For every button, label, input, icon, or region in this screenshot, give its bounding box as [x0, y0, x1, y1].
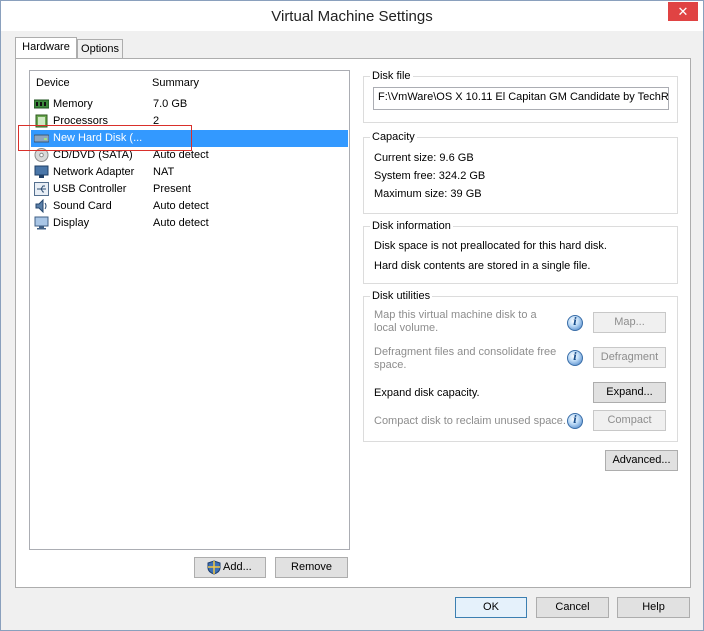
- disk-file-group: Disk file F:\VmWare\OS X 10.11 El Capita…: [363, 70, 678, 123]
- disk-info-line-2: Hard disk contents are stored in a singl…: [374, 260, 591, 272]
- remove-button[interactable]: Remove: [275, 557, 348, 578]
- disk-utilities-group: Disk utilities Map this virtual machine …: [363, 290, 678, 442]
- device-summary: 7.0 GB: [153, 98, 188, 110]
- window-title: Virtual Machine Settings: [271, 8, 433, 25]
- device-list-header: Device Summary: [30, 77, 349, 93]
- ok-button[interactable]: OK: [455, 597, 527, 618]
- compact-button[interactable]: Compact: [593, 410, 666, 431]
- info-icon[interactable]: i: [567, 350, 583, 366]
- sound-card-icon: [35, 199, 47, 213]
- device-column-header[interactable]: Device: [36, 77, 70, 89]
- maximum-size-text: Maximum size: 39 GB: [374, 188, 482, 200]
- info-icon[interactable]: i: [567, 413, 583, 429]
- device-name: CD/DVD (SATA): [53, 149, 133, 161]
- device-summary: Auto detect: [153, 200, 209, 212]
- device-row-display[interactable]: Display Auto detect: [31, 215, 348, 232]
- device-list[interactable]: Device Summary Memory 7.0 GB Processors …: [18, 70, 350, 550]
- device-summary: Auto detect: [153, 217, 209, 229]
- hardware-panel: Device Summary Memory 7.0 GB Processors …: [15, 58, 691, 588]
- device-name: Memory: [53, 98, 93, 110]
- device-row-sound-card[interactable]: Sound Card Auto detect: [31, 198, 348, 215]
- disk-file-label: Disk file: [370, 70, 413, 82]
- disk-info-line-1: Disk space is not preallocated for this …: [374, 240, 607, 252]
- defragment-description: Defragment files and consolidate free sp…: [374, 346, 557, 371]
- processor-icon: [35, 114, 48, 128]
- close-button[interactable]: ✕: [668, 2, 698, 21]
- help-button[interactable]: Help: [617, 597, 690, 618]
- expand-description: Expand disk capacity.: [374, 387, 480, 399]
- device-row-processors[interactable]: Processors 2: [31, 113, 348, 130]
- advanced-button[interactable]: Advanced...: [605, 450, 678, 471]
- device-name: USB Controller: [53, 183, 127, 195]
- device-summary: Auto detect: [153, 149, 209, 161]
- summary-column-header[interactable]: Summary: [152, 77, 199, 89]
- memory-icon: [34, 99, 49, 109]
- info-icon[interactable]: i: [567, 315, 583, 331]
- device-summary: 2: [153, 115, 160, 127]
- capacity-label: Capacity: [370, 131, 417, 143]
- map-description: Map this virtual machine disk to a local…: [374, 309, 537, 334]
- device-row-hard-disk[interactable]: New Hard Disk (...: [31, 130, 348, 147]
- tab-hardware[interactable]: Hardware: [15, 37, 77, 58]
- device-name: New Hard Disk (...: [53, 132, 143, 144]
- disk-information-group: Disk information Disk space is not preal…: [363, 220, 678, 284]
- shield-icon: [207, 560, 221, 575]
- title-bar: Virtual Machine Settings ✕: [1, 1, 703, 31]
- current-size-text: Current size: 9.6 GB: [374, 152, 474, 164]
- disk-file-path-field[interactable]: F:\VmWare\OS X 10.11 El Capitan GM Candi…: [373, 87, 669, 110]
- device-name: Processors: [53, 115, 109, 127]
- defragment-button[interactable]: Defragment: [593, 347, 666, 368]
- add-button[interactable]: Add...: [194, 557, 266, 578]
- capacity-group: Capacity Current size: 9.6 GB System fre…: [363, 131, 678, 214]
- disk-information-label: Disk information: [370, 220, 453, 232]
- device-row-usb-controller[interactable]: USB Controller Present: [31, 181, 348, 198]
- device-summary: Present: [153, 183, 191, 195]
- device-row-network-adapter[interactable]: Network Adapter NAT: [31, 164, 348, 181]
- map-button[interactable]: Map...: [593, 312, 666, 333]
- device-row-cd-dvd[interactable]: CD/DVD (SATA) Auto detect: [31, 147, 348, 164]
- add-button-label: Add...: [223, 561, 252, 573]
- expand-button[interactable]: Expand...: [593, 382, 666, 403]
- hard-disk-icon: [34, 134, 49, 143]
- usb-icon: [34, 182, 49, 196]
- network-adapter-icon: [34, 165, 49, 178]
- system-free-text: System free: 324.2 GB: [374, 170, 486, 182]
- compact-description: Compact disk to reclaim unused space.: [374, 415, 566, 427]
- device-name: Network Adapter: [53, 166, 135, 178]
- disk-utilities-label: Disk utilities: [370, 290, 433, 302]
- cd-dvd-icon: [34, 148, 49, 162]
- device-name: Sound Card: [53, 200, 112, 212]
- device-row-memory[interactable]: Memory 7.0 GB: [31, 96, 348, 113]
- device-name: Display: [53, 217, 90, 229]
- tab-options[interactable]: Options: [77, 39, 123, 59]
- cancel-button[interactable]: Cancel: [536, 597, 609, 618]
- display-icon: [34, 216, 49, 230]
- vm-settings-window: Virtual Machine Settings ✕ Hardware Opti…: [0, 0, 704, 631]
- device-summary: NAT: [153, 166, 175, 178]
